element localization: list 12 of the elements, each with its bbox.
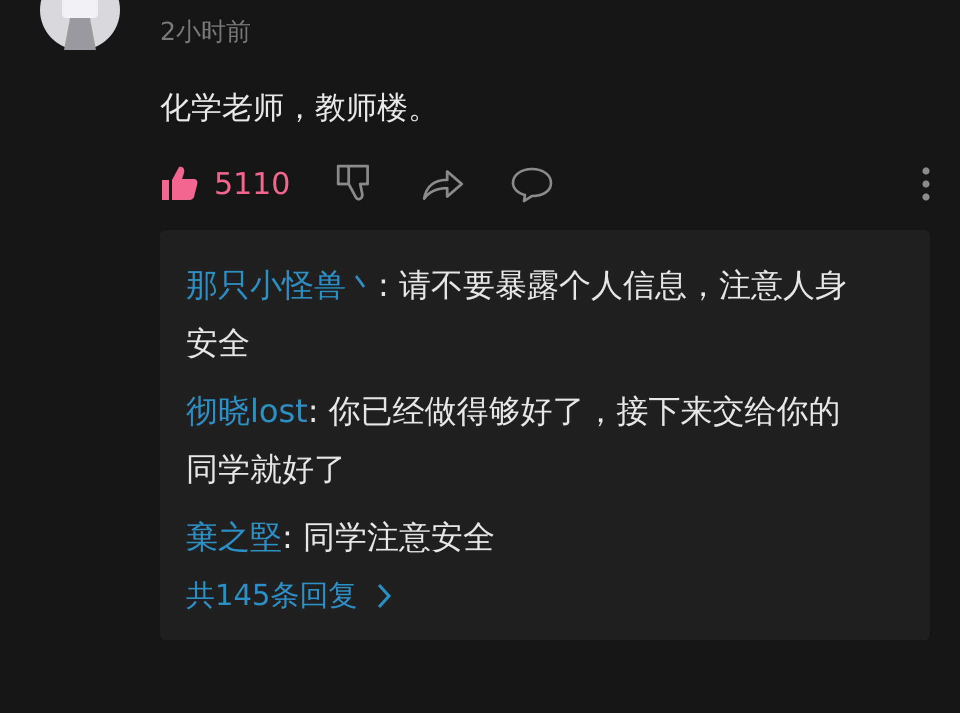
reply-author[interactable]: 棄之堅 xyxy=(186,518,282,556)
reply-author[interactable]: 那只小怪兽丶 xyxy=(186,266,378,304)
reply-text: 彻晓lost: 你已经做得够好了，接下来交给你的同学就好了 xyxy=(186,391,842,490)
like-button[interactable]: 5110 xyxy=(160,164,290,204)
more-icon[interactable] xyxy=(920,166,932,202)
reply-text: 棄之堅: 同学注意安全 xyxy=(186,517,496,558)
comment-time: 2小时前 xyxy=(160,16,252,48)
reply-author[interactable]: 彻晓lost xyxy=(186,392,308,430)
comment-text: 化学老师，教师楼。 xyxy=(160,89,440,128)
chevron-right-icon xyxy=(375,582,394,610)
more-replies-link[interactable]: 共145条回复 xyxy=(186,576,394,616)
reply-text: 那只小怪兽丶: 请不要暴露个人信息，注意人身安全 xyxy=(186,265,848,364)
